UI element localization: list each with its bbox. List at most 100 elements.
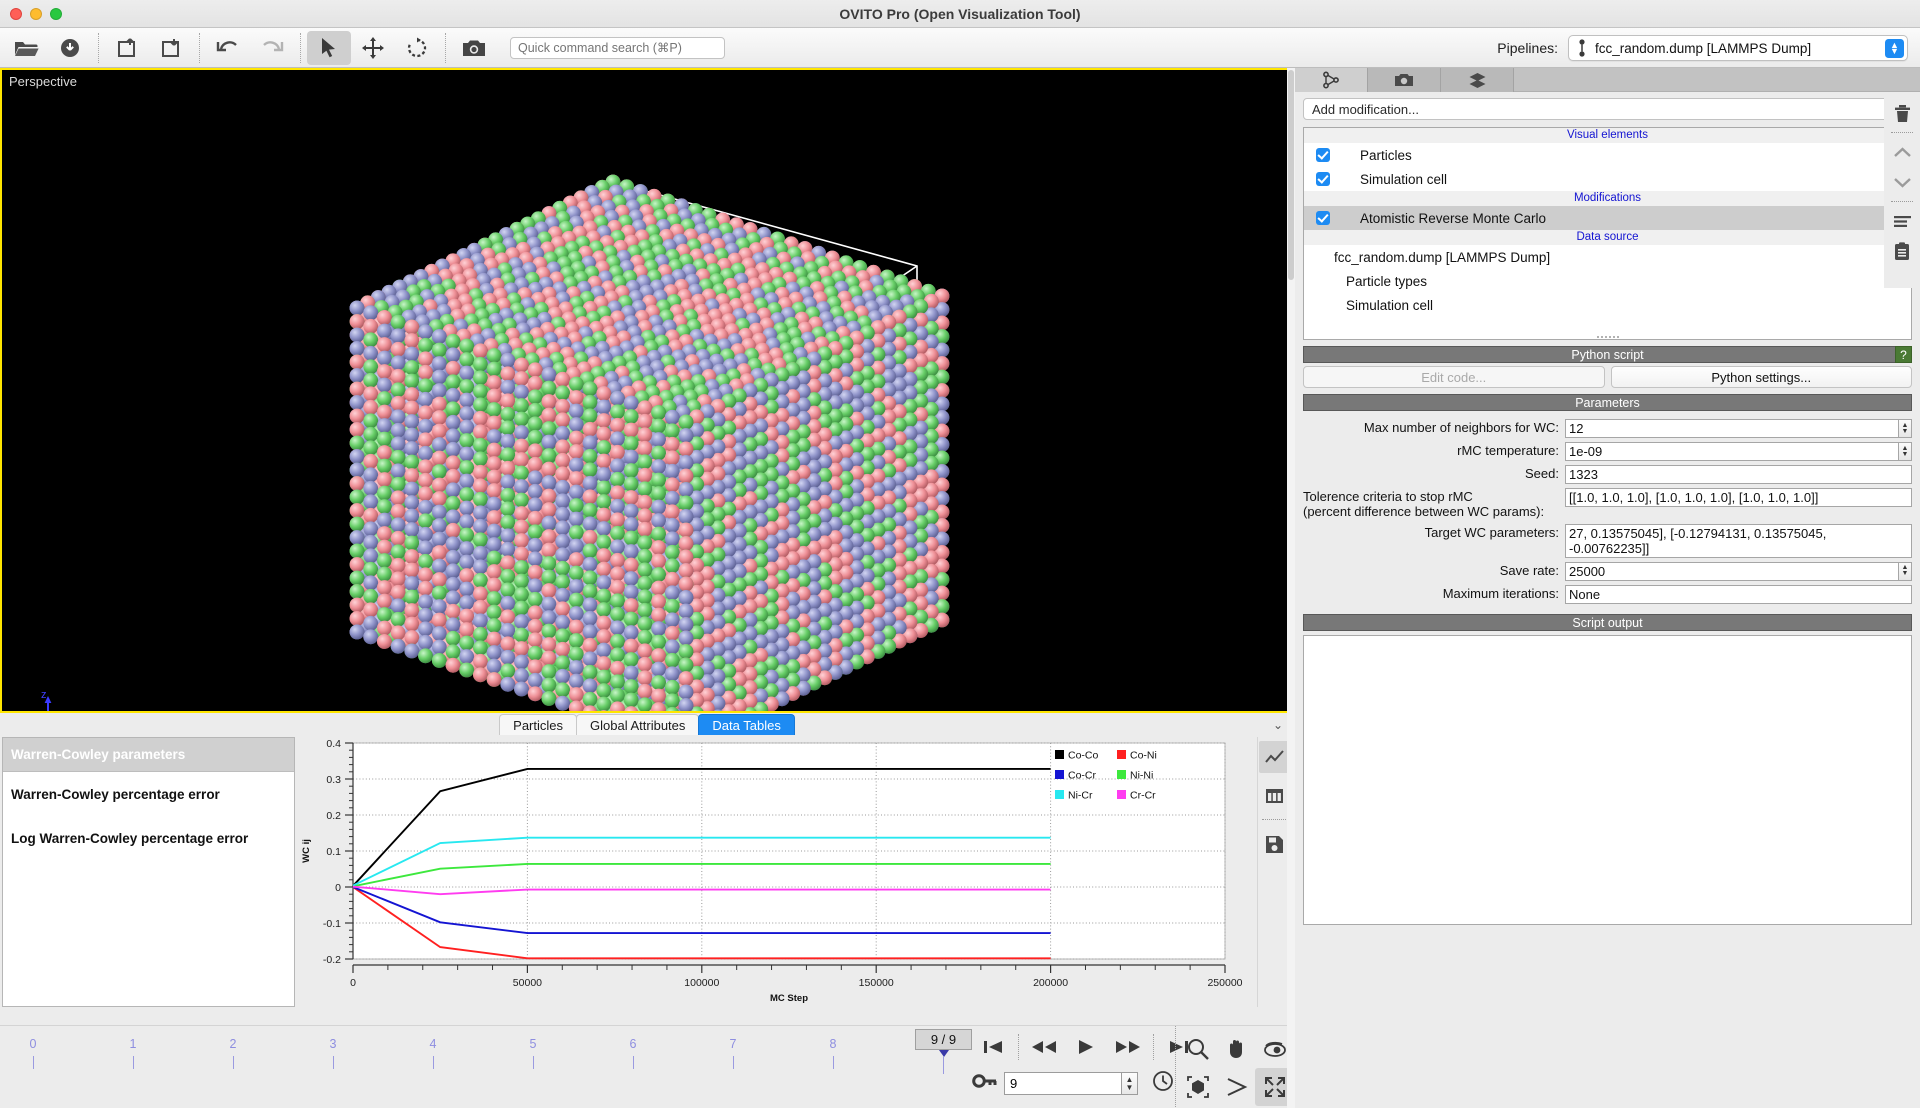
chart-y-tick-label: 0.4 — [326, 738, 341, 750]
play-icon[interactable] — [1065, 1032, 1107, 1062]
timeline-tick-mark — [533, 1056, 534, 1069]
timeline-tick-label: 0 — [13, 1037, 53, 1051]
edit-code-button[interactable]: Edit code... — [1303, 366, 1605, 388]
command-panel-tabbar-filler — [1514, 68, 1920, 91]
tab-particles[interactable]: Particles — [499, 714, 577, 735]
list-item[interactable]: Warren-Cowley percentage error — [3, 772, 294, 816]
parameter-input[interactable]: [[1.0, 1.0, 1.0], [1.0, 1.0, 1.0], [1.0,… — [1565, 488, 1912, 507]
parameter-label: Save rate: — [1303, 562, 1565, 579]
zoom-icon[interactable] — [1178, 1030, 1218, 1068]
pipeline-item-atomistic-reverse-monte-carlo[interactable]: Atomistic Reverse Monte Carlo — [1304, 206, 1911, 230]
window-controls[interactable] — [10, 8, 62, 20]
parameter-input[interactable]: 27, 0.13575045], [-0.12794131, 0.1357504… — [1565, 524, 1912, 558]
skip-to-start-icon[interactable] — [972, 1032, 1014, 1062]
minimize-window-button[interactable] — [30, 8, 42, 20]
data-inspector-tabbar: Particles Global Attributes Data Tables … — [0, 713, 1293, 735]
panel-scrollbar[interactable] — [1287, 68, 1295, 1108]
list-item[interactable]: Log Warren-Cowley percentage error — [3, 816, 294, 860]
open-folder-icon[interactable] — [4, 31, 48, 65]
pipeline-item-particles[interactable]: Particles — [1304, 143, 1911, 167]
parameters-form: Max number of neighbors for WC:12▲▼ rMC t… — [1303, 411, 1912, 608]
add-modification-dropdown[interactable]: Add modification... ▲▼ — [1303, 98, 1912, 120]
pipeline-item-simulation-cell[interactable]: Simulation cell — [1304, 167, 1911, 191]
pipeline-side-tools — [1884, 98, 1920, 288]
parameter-spinner-arrows[interactable]: ▲▼ — [1899, 442, 1912, 461]
pan-mode-icon[interactable] — [351, 31, 395, 65]
pipeline-item-data-file[interactable]: fcc_random.dump [LAMMPS Dump] — [1304, 245, 1911, 269]
animation-timeline[interactable]: 012345678 9 / 9 — [0, 1025, 1293, 1108]
tab-global-attributes[interactable]: Global Attributes — [576, 714, 699, 735]
collapse-panel-icon[interactable]: ⌄ — [1273, 718, 1283, 732]
simulation-cell-checkbox[interactable] — [1316, 172, 1330, 186]
parameter-spinner-arrows[interactable]: ▲▼ — [1899, 562, 1912, 581]
pipeline-item-simulation-cell-source[interactable]: Simulation cell — [1304, 293, 1911, 317]
timeline-marker — [939, 1050, 949, 1057]
undo-icon[interactable] — [206, 31, 250, 65]
import-file-icon[interactable] — [105, 31, 149, 65]
chevron-updown-icon[interactable]: ▲▼ — [1885, 39, 1904, 58]
maximize-window-button[interactable] — [50, 8, 62, 20]
render-camera-icon[interactable] — [452, 31, 496, 65]
zoom-scene-extents-icon[interactable] — [1178, 1068, 1218, 1106]
current-frame-input[interactable]: 9 — [1004, 1072, 1122, 1095]
parameter-row: rMC temperature:1e-09▲▼ — [1303, 442, 1912, 461]
table-icon[interactable] — [1259, 779, 1291, 811]
overlays-tab-icon[interactable] — [1441, 68, 1514, 92]
chart-x-tick-label: 0 — [350, 977, 356, 989]
parameter-input[interactable]: 12 — [1565, 419, 1899, 438]
move-down-icon[interactable] — [1887, 167, 1917, 197]
rotate-mode-icon[interactable] — [395, 31, 439, 65]
python-settings-button[interactable]: Python settings... — [1611, 366, 1913, 388]
delete-modifier-icon[interactable] — [1887, 98, 1917, 128]
panel-scrollbar-thumb[interactable] — [1288, 70, 1294, 280]
step-back-icon[interactable] — [1023, 1032, 1065, 1062]
step-forward-icon[interactable] — [1107, 1032, 1149, 1062]
parameter-input[interactable]: 1323 — [1565, 465, 1912, 484]
quick-command-search-input[interactable] — [510, 37, 725, 59]
parameter-row: Max number of neighbors for WC:12▲▼ — [1303, 419, 1912, 438]
viewport-perspective[interactable]: Perspective — [0, 68, 1293, 713]
close-window-button[interactable] — [10, 8, 22, 20]
parameter-input[interactable]: 25000 — [1565, 562, 1899, 581]
select-mode-icon[interactable] — [307, 31, 351, 65]
save-disk-icon[interactable] — [1259, 828, 1291, 860]
legend-label: Ni-Cr — [1068, 790, 1093, 802]
clipboard-icon[interactable] — [1887, 236, 1917, 266]
data-table-list-header: Warren-Cowley parameters — [3, 738, 294, 772]
help-icon[interactable]: ? — [1895, 346, 1912, 363]
timeline-tick-label: 8 — [813, 1037, 853, 1051]
pipeline-item-particle-types[interactable]: Particle types — [1304, 269, 1911, 293]
legend-swatch — [1117, 790, 1126, 799]
pipeline-dropdown[interactable]: fcc_random.dump [LAMMPS Dump] ▲▼ — [1568, 35, 1908, 61]
export-file-icon[interactable] — [149, 31, 193, 65]
current-frame-indicator[interactable]: 9 / 9 — [915, 1029, 972, 1050]
chart-y-tick-label: 0.3 — [326, 774, 341, 786]
data-table-list[interactable]: Warren-Cowley parameters Warren-Cowley p… — [2, 737, 295, 1007]
parameter-input[interactable]: 1e-09 — [1565, 442, 1899, 461]
line-chart-icon[interactable] — [1259, 741, 1291, 773]
pan-hand-icon[interactable] — [1217, 1030, 1257, 1068]
move-up-icon[interactable] — [1887, 137, 1917, 167]
toggle-list-icon[interactable] — [1887, 206, 1917, 236]
render-tab-icon[interactable] — [1368, 68, 1441, 92]
chart-y-axis-label: WC ij — [301, 839, 312, 863]
animation-settings-icon[interactable] — [1152, 1070, 1174, 1097]
tab-data-tables[interactable]: Data Tables — [698, 714, 794, 735]
particles-checkbox[interactable] — [1316, 148, 1330, 162]
pipeline-tab-icon[interactable] — [1295, 68, 1368, 92]
download-icon[interactable] — [48, 31, 92, 65]
animation-key-icon[interactable] — [972, 1073, 998, 1094]
field-of-view-icon[interactable] — [1217, 1068, 1257, 1106]
arm-checkbox[interactable] — [1316, 211, 1330, 225]
redo-icon[interactable] — [250, 31, 294, 65]
script-output-textarea[interactable] — [1303, 635, 1912, 925]
legend-label: Co-Cr — [1068, 770, 1097, 782]
viewport-3d-scene[interactable]: z y x — [2, 70, 1291, 711]
pipeline-editor-list[interactable]: Visual elements Particles Simulation cel… — [1303, 127, 1912, 340]
parameter-input[interactable]: None — [1565, 585, 1912, 604]
chart-x-tick-label: 100000 — [684, 977, 719, 989]
chart-y-tick-label: 0.1 — [326, 846, 341, 858]
resize-grip[interactable] — [1597, 336, 1619, 338]
parameter-spinner-arrows[interactable]: ▲▼ — [1899, 419, 1912, 438]
frame-spinner-arrows[interactable]: ▲▼ — [1122, 1072, 1138, 1095]
